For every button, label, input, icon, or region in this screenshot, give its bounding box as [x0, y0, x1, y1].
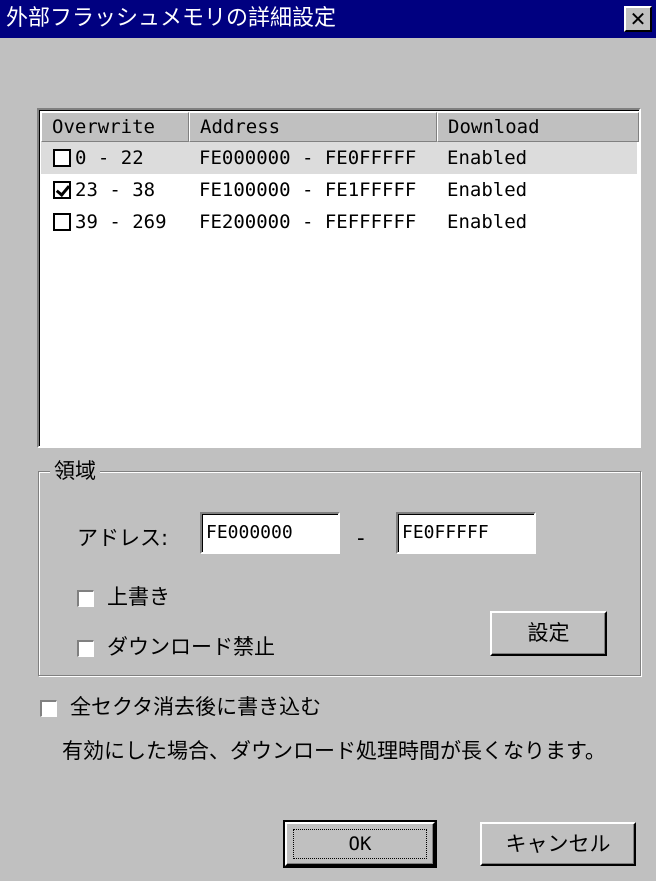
column-header-download[interactable]: Download — [437, 112, 639, 142]
focus-rectangle — [293, 829, 427, 859]
download-status: Enabled — [447, 179, 528, 201]
region-group-label: 領域 — [50, 458, 100, 484]
overwrite-checkbox[interactable] — [53, 181, 71, 199]
download-status: Enabled — [447, 211, 528, 233]
title-bar[interactable]: 外部フラッシュメモリの詳細設定 ✕ — [0, 0, 656, 38]
list-row[interactable]: 23 - 38 FE100000 - FE1FFFFF Enabled — [41, 174, 637, 206]
start-address-input[interactable]: FE000000 — [200, 512, 340, 554]
end-address-input[interactable]: FE0FFFFF — [396, 512, 536, 554]
list-row[interactable]: 39 - 269 FE200000 - FEFFFFFF Enabled — [41, 206, 637, 238]
download-disable-label: ダウンロード禁止 — [107, 635, 275, 659]
sector-range: 0 - 22 — [75, 147, 144, 169]
close-icon[interactable]: ✕ — [624, 6, 652, 32]
overwrite-checkbox[interactable] — [53, 149, 71, 167]
overwrite-checkbox[interactable] — [53, 213, 71, 231]
address-range: FE200000 - FEFFFFFF — [199, 211, 417, 233]
set-button[interactable]: 設定 — [490, 611, 607, 656]
sector-range: 39 - 269 — [75, 211, 167, 233]
list-header: Overwrite Address Download — [41, 112, 639, 142]
list-row[interactable]: 0 - 22 FE000000 - FE0FFFFF Enabled — [41, 142, 637, 174]
ok-button[interactable]: OK — [283, 820, 437, 868]
address-separator: - — [357, 526, 365, 550]
erase-all-checkbox[interactable] — [40, 700, 57, 717]
column-header-address[interactable]: Address — [189, 112, 437, 142]
address-range: FE100000 - FE1FFFFF — [199, 179, 417, 201]
erase-all-note: 有効にした場合、ダウンロード処理時間が長くなります。 — [62, 739, 606, 763]
download-disable-checkbox[interactable] — [77, 640, 94, 657]
area-list[interactable]: Overwrite Address Download 0 - 22 FE0000… — [37, 108, 641, 448]
overwrite-checkbox-region[interactable] — [77, 590, 94, 607]
erase-all-label: 全セクタ消去後に書き込む — [70, 695, 322, 719]
overwrite-label: 上書き — [107, 585, 170, 609]
sector-range: 23 - 38 — [75, 179, 156, 201]
address-range: FE000000 - FE0FFFFF — [199, 147, 417, 169]
cancel-button[interactable]: キャンセル — [480, 822, 636, 866]
download-status: Enabled — [447, 147, 528, 169]
window-title: 外部フラッシュメモリの詳細設定 — [6, 6, 337, 31]
address-label: アドレス: — [77, 526, 169, 550]
column-header-overwrite[interactable]: Overwrite — [41, 112, 189, 142]
